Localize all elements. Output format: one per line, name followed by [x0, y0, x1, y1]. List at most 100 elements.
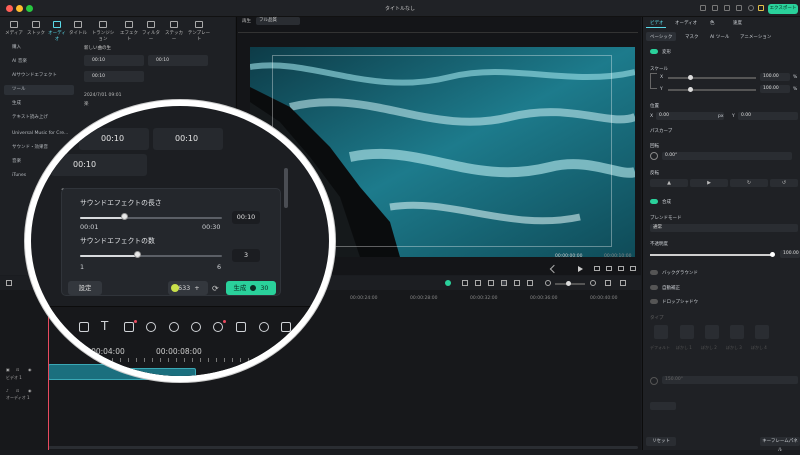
asset-card[interactable]: 00:10 [153, 128, 223, 150]
text-icon[interactable]: T [101, 319, 108, 333]
tab-audio[interactable]: オーディオ [47, 19, 67, 42]
position-x-input[interactable]: 0.00 [656, 112, 724, 120]
shadow-preset-blur-4[interactable] [755, 325, 769, 339]
shadow-preset-blur-2[interactable] [705, 325, 719, 339]
audio-track-icon[interactable]: ♪ [6, 388, 9, 393]
tab-transitions[interactable]: トランジション [90, 19, 116, 42]
scale-y-knob[interactable] [688, 87, 693, 92]
cloud-icon[interactable] [724, 5, 730, 11]
opacity-knob[interactable] [770, 252, 775, 257]
flip-horizontal-icon[interactable]: ▲ [650, 179, 688, 187]
background-toggle[interactable] [650, 270, 658, 275]
tab-audio-props[interactable]: オーディオ [675, 20, 697, 26]
drop-shadow-toggle[interactable] [650, 299, 658, 304]
timeline-grid-icon[interactable] [605, 280, 611, 286]
gift-icon[interactable] [758, 5, 764, 11]
snapshot-icon[interactable] [606, 266, 612, 271]
shadow-color-swatch[interactable] [650, 402, 676, 410]
rotate-ccw-icon[interactable]: ↺ [770, 179, 798, 187]
count-slider-knob[interactable] [134, 251, 141, 258]
more-icon[interactable] [281, 322, 291, 332]
snap-icon[interactable] [501, 280, 507, 286]
mask-icon[interactable] [146, 322, 156, 332]
audio-meter-icon[interactable] [618, 266, 624, 271]
refresh-icon[interactable]: ⟳ [212, 284, 219, 293]
marker-icon[interactable] [514, 280, 520, 286]
asset-card[interactable]: 00:10 [84, 55, 144, 66]
quality-select[interactable]: フル品質 [256, 17, 300, 25]
timer-icon[interactable] [259, 322, 269, 332]
scale-x-slider[interactable] [668, 77, 756, 79]
shadow-preset-blur-1[interactable] [680, 325, 694, 339]
credits-badge[interactable]: 633 + [168, 281, 208, 295]
subtab-ai-tools[interactable]: AI ツール [710, 34, 729, 40]
tab-media[interactable]: メディア [4, 19, 24, 41]
track-lock-icon[interactable]: ⊡ [16, 367, 19, 372]
subtab-mask[interactable]: マスク [685, 34, 699, 40]
shield-icon[interactable] [475, 280, 481, 286]
split-view-icon[interactable] [6, 280, 12, 286]
fullscreen-icon[interactable] [630, 266, 636, 271]
keyframe-panel-button[interactable]: キーフレームパネル [760, 437, 800, 453]
shape-icon[interactable] [124, 322, 134, 332]
layout-icon[interactable] [700, 5, 706, 11]
position-y-input[interactable]: 0.00 [738, 112, 798, 120]
monitor-icon[interactable] [712, 5, 718, 11]
rotate-input[interactable]: 0.00° [662, 152, 792, 160]
subtab-basic[interactable]: ベーシック [650, 34, 672, 40]
scale-y-input[interactable]: 100.00 [760, 85, 790, 93]
count-input[interactable]: 3 [232, 249, 260, 262]
auto-enhance-toggle[interactable] [650, 285, 658, 290]
download-icon[interactable] [736, 5, 742, 11]
rotate-cw-icon[interactable]: ↻ [730, 179, 768, 187]
flip-vertical-icon[interactable]: ▶ [690, 179, 728, 187]
zoom-knob[interactable] [566, 281, 571, 286]
tab-effects[interactable]: エフェクト [118, 19, 140, 42]
rotate-dial-icon[interactable] [650, 152, 658, 160]
monitor-settings-icon[interactable] [594, 266, 600, 271]
record-icon[interactable] [462, 280, 468, 286]
asset-card[interactable]: 00:10 [84, 71, 144, 82]
asset-card[interactable]: 00:10 [79, 128, 149, 150]
sticker-icon[interactable] [236, 322, 246, 332]
shadow-angle-input[interactable]: 150.00° [662, 376, 798, 384]
shadow-preset-default[interactable] [654, 325, 668, 339]
tab-stock[interactable]: ストック [26, 19, 46, 41]
transform-toggle[interactable] [650, 49, 658, 54]
tab-filters[interactable]: フィルター [140, 19, 162, 42]
asset-card[interactable]: 00:10 [148, 55, 208, 66]
track-mute-icon[interactable]: ◉ [28, 388, 32, 393]
audio-stretch-icon[interactable] [527, 280, 533, 286]
scale-x-input[interactable]: 100.00 [760, 73, 790, 81]
scale-x-knob[interactable] [688, 75, 693, 80]
tab-templates[interactable]: テンプレート [186, 19, 212, 42]
sidebar-item-ai-sound-effects[interactable]: AIサウンドエフェクト [4, 71, 74, 81]
tab-stickers[interactable]: ステッカー [163, 19, 185, 42]
settings-button[interactable]: 設定 [68, 281, 102, 295]
length-input[interactable]: 00:10 [232, 211, 260, 224]
scale-y-slider[interactable] [668, 89, 756, 91]
zoom-out-icon[interactable] [545, 280, 551, 286]
tab-titles[interactable]: タイトル [68, 19, 88, 41]
tab-speed-props[interactable]: 速度 [733, 20, 742, 26]
shadow-angle-dial-icon[interactable] [650, 377, 658, 385]
account-icon[interactable] [748, 5, 754, 11]
scale-link-icon[interactable] [650, 73, 657, 89]
color-icon[interactable] [191, 322, 201, 332]
shadow-preset-blur-3[interactable] [730, 325, 744, 339]
sidebar-item-tools[interactable]: ツール [4, 85, 74, 95]
sidebar-item-purchased[interactable]: 購入 [4, 43, 74, 53]
speed-icon[interactable] [169, 322, 179, 332]
blend-mode-select[interactable]: 通常 [650, 224, 798, 232]
sidebar-item-ai-music[interactable]: AI 音楽 [4, 57, 74, 67]
video-track-icon[interactable]: ▣ [6, 367, 10, 372]
opacity-slider[interactable] [650, 254, 772, 256]
mic-icon[interactable] [488, 280, 494, 286]
ai-mix-icon[interactable] [445, 280, 451, 286]
reset-button[interactable]: リセット [646, 437, 676, 446]
generate-button[interactable]: 生成 30 [226, 281, 276, 295]
opacity-input[interactable]: 100.00 [780, 250, 800, 258]
play-icon[interactable] [578, 266, 583, 272]
length-slider-knob[interactable] [121, 213, 128, 220]
subtab-animation[interactable]: アニメーション [740, 34, 771, 40]
